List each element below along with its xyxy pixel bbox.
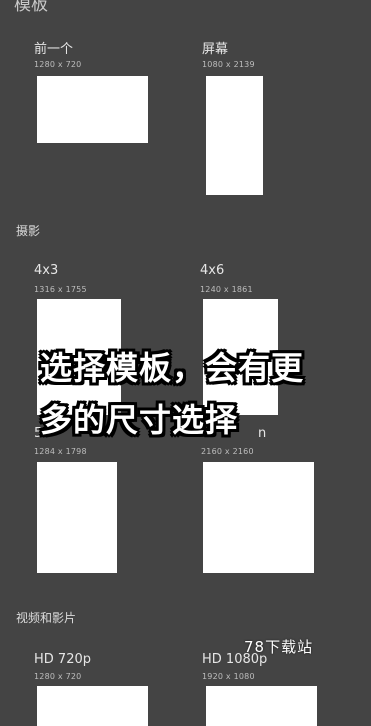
template-size-square: 2160 x 2160 [201, 447, 254, 456]
template-thumbnail-hd720[interactable] [37, 686, 148, 726]
section-label-photography: 摄影 [16, 224, 41, 238]
template-size-4x3: 1316 x 1755 [34, 285, 87, 294]
template-thumbnail-5x[interactable] [37, 462, 117, 573]
template-size-hd720: 1280 x 720 [34, 672, 82, 681]
overlay-caption-line2: 多的尺寸选择 [40, 401, 239, 439]
watermark-text: 78下载站 [244, 638, 314, 656]
page-title: 模板 [14, 0, 48, 15]
overlay-caption-line1: 选择模板，会有更 [40, 349, 305, 387]
template-thumbnail-square[interactable] [203, 462, 314, 573]
template-name-4x3: 4x3 [34, 263, 59, 278]
section-label-video: 视频和影片 [16, 611, 77, 625]
template-size-previous: 1280 x 720 [34, 60, 82, 69]
template-name-hd720: HD 720p [34, 652, 91, 667]
template-thumbnail-screen[interactable] [206, 76, 263, 195]
template-thumbnail-previous[interactable] [37, 76, 148, 143]
template-name-screen: 屏幕 [202, 42, 229, 57]
template-name-previous: 前一个 [34, 42, 74, 57]
template-size-4x6: 1240 x 1861 [200, 285, 253, 294]
template-thumbnail-hd1080[interactable] [206, 686, 317, 726]
template-name-square: n [258, 426, 267, 441]
template-size-screen: 1080 x 2139 [202, 60, 255, 69]
template-size-hd1080: 1920 x 1080 [202, 672, 255, 681]
template-size-5x: 1284 x 1798 [34, 447, 87, 456]
template-name-4x6: 4x6 [200, 263, 225, 278]
